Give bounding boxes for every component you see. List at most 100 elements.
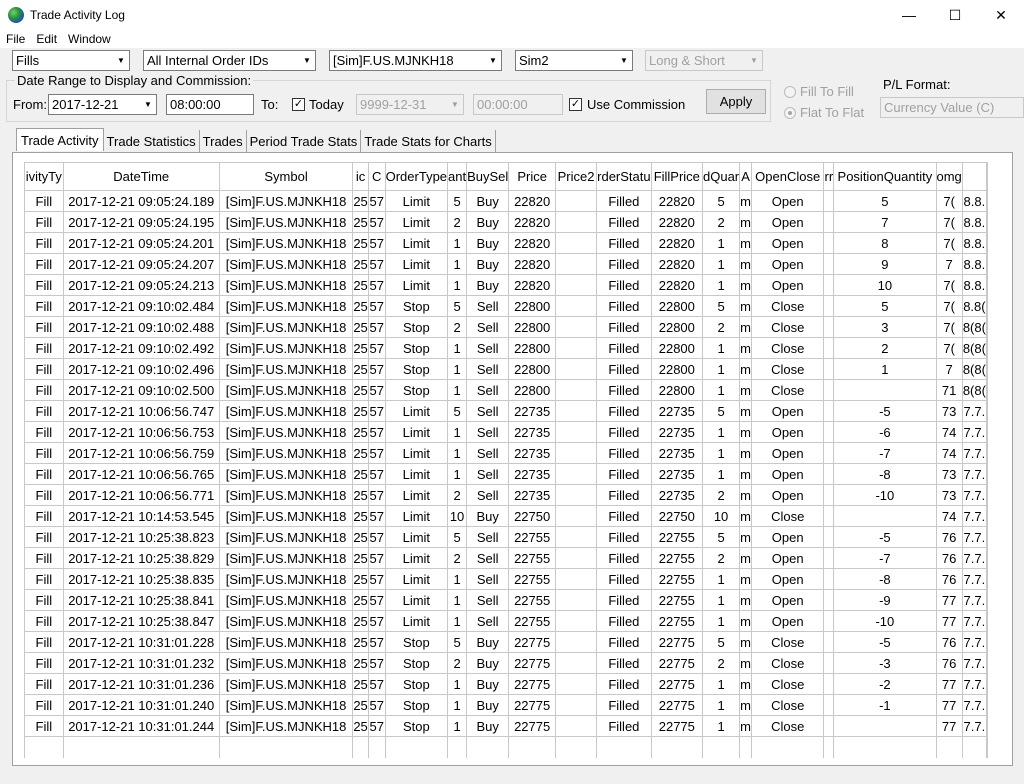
table-cell: Fill (24, 715, 64, 737)
table-row[interactable]: Fill 2017-12-21 10:06:56.747 [Sim]F.US.MJN… (24, 400, 987, 422)
column-header[interactable]: DateTime (62, 162, 220, 191)
symbol-select[interactable]: [Sim]F.US.MJNKH18 ▼ (329, 50, 502, 71)
today-checkbox[interactable]: ✓ (292, 98, 305, 111)
table-row[interactable]: Fill 2017-12-21 09:10:02.500 [Sim]F.US.MJN… (24, 379, 987, 401)
column-header[interactable]: Symbol (218, 162, 354, 191)
table-row[interactable]: Fill 2017-12-21 10:25:38.847 [Sim]F.US.MJN… (24, 610, 987, 632)
table-cell: 1 (447, 610, 468, 632)
table-row[interactable]: Fill 2017-12-21 10:14:53.545 [Sim]F.US.MJN… (24, 505, 987, 527)
column-header[interactable]: Price (508, 162, 556, 191)
column-header[interactable] (961, 162, 987, 191)
menu-edit[interactable]: Edit (30, 32, 62, 46)
data-type-select[interactable]: Fills ▼ (12, 50, 130, 71)
table-cell: Limit (384, 190, 449, 212)
column-header[interactable]: ant (447, 162, 468, 191)
column-header[interactable]: rderStatu (596, 162, 652, 191)
column-header[interactable]: Price2 (554, 162, 598, 191)
use-commission-checkbox[interactable]: ✓ (569, 98, 582, 111)
table-row[interactable]: Fill 2017-12-21 10:31:01.244 [Sim]F.US.MJN… (24, 715, 987, 737)
table-cell (367, 736, 386, 758)
table-cell (823, 568, 835, 590)
from-date-picker[interactable]: 2017-12-21 ▼ (48, 94, 157, 115)
table-cell: 1 (447, 568, 468, 590)
side-select[interactable]: Long & Short ▼ (645, 50, 763, 71)
table-cell: Fill (24, 253, 64, 275)
table-row[interactable]: Fill 2017-12-21 09:10:02.488 [Sim]F.US.MJN… (24, 316, 987, 338)
chevron-down-icon: ▼ (620, 56, 628, 65)
tab-period-trade-stats[interactable]: Period Trade Stats (247, 130, 362, 152)
minimize-button[interactable]: — (886, 0, 932, 30)
table-row[interactable]: Fill 2017-12-21 10:06:56.753 [Sim]F.US.MJN… (24, 421, 987, 443)
table-row[interactable]: Fill 2017-12-21 09:05:24.201 [Sim]F.US.MJN… (24, 232, 987, 254)
table-cell: m (739, 274, 752, 296)
table-cell: 76 (935, 568, 963, 590)
column-header[interactable]: FillPrice (650, 162, 704, 191)
trade-activity-grid[interactable]: ivityTy DateTime Symbol ic C OrderType ant BuyS… (24, 162, 987, 758)
table-cell: 22775 (508, 694, 556, 716)
pl-format-select[interactable]: Currency Value (C) (880, 97, 1024, 118)
table-cell: 8 (833, 232, 937, 254)
tab-trades[interactable]: Trades (200, 130, 247, 152)
table-cell: [Sim]F.US.MJNKH18 (218, 400, 354, 422)
table-cell: 22735 (650, 484, 704, 506)
column-header[interactable]: C (367, 162, 386, 191)
to-date-picker[interactable]: 9999-12-31 ▼ (356, 94, 464, 115)
column-header[interactable]: PositionQuantity (833, 162, 937, 191)
tab-trade-stats-for-charts[interactable]: Trade Stats for Charts (361, 130, 496, 152)
chevron-down-icon: ▼ (750, 56, 758, 65)
table-row[interactable]: Fill 2017-12-21 09:05:24.213 [Sim]F.US.MJN… (24, 274, 987, 296)
account-select[interactable]: Sim2 ▼ (515, 50, 633, 71)
column-header[interactable]: dQuar (701, 162, 741, 191)
table-cell: 25 (352, 715, 369, 737)
close-button[interactable]: ✕ (978, 0, 1024, 30)
table-row[interactable]: Fill 2017-12-21 09:05:24.207 [Sim]F.US.MJN… (24, 253, 987, 275)
table-row[interactable]: Fill 2017-12-21 09:05:24.195 [Sim]F.US.MJN… (24, 211, 987, 233)
table-row[interactable]: Fill 2017-12-21 10:06:56.765 [Sim]F.US.MJN… (24, 463, 987, 485)
table-row[interactable]: Fill 2017-12-21 10:25:38.823 [Sim]F.US.MJN… (24, 526, 987, 548)
table-cell: 57 (367, 400, 386, 422)
table-cell: 1 (701, 610, 741, 632)
table-cell (650, 736, 704, 758)
column-header[interactable]: ic (352, 162, 369, 191)
from-time-input[interactable]: 08:00:00 (166, 94, 254, 115)
flat-to-flat-radio[interactable] (784, 107, 796, 119)
to-time-input[interactable]: 00:00:00 (473, 94, 563, 115)
table-cell: m (739, 316, 752, 338)
table-row[interactable]: Fill 2017-12-21 10:25:38.841 [Sim]F.US.MJN… (24, 589, 987, 611)
tab-trade-activity[interactable]: Trade Activity (16, 128, 104, 151)
table-row[interactable]: Fill 2017-12-21 10:25:38.829 [Sim]F.US.MJN… (24, 547, 987, 569)
tab-trade-statistics[interactable]: Trade Statistics (104, 130, 200, 152)
table-cell: 74 (935, 442, 963, 464)
table-cell: -8 (833, 463, 937, 485)
table-row[interactable]: Fill 2017-12-21 09:10:02.496 [Sim]F.US.MJN… (24, 358, 987, 380)
table-row[interactable]: Fill 2017-12-21 10:31:01.240 [Sim]F.US.MJN… (24, 694, 987, 716)
table-row[interactable]: Fill 2017-12-21 09:10:02.484 [Sim]F.US.MJN… (24, 295, 987, 317)
table-row[interactable]: Fill 2017-12-21 09:05:24.189 [Sim]F.US.MJN… (24, 190, 987, 212)
column-header[interactable]: ivityTy (24, 162, 64, 191)
column-header[interactable]: rr (823, 162, 835, 191)
column-header[interactable]: omg (935, 162, 963, 191)
column-header[interactable]: OpenClose (750, 162, 825, 191)
fill-to-fill-label: Fill To Fill (800, 84, 854, 99)
table-cell: 2017-12-21 10:31:01.232 (62, 652, 220, 674)
table-row[interactable]: Fill 2017-12-21 09:10:02.492 [Sim]F.US.MJN… (24, 337, 987, 359)
menu-window[interactable]: Window (62, 32, 116, 46)
table-row[interactable]: Fill 2017-12-21 10:06:56.771 [Sim]F.US.MJN… (24, 484, 987, 506)
table-row[interactable]: Fill 2017-12-21 10:31:01.232 [Sim]F.US.MJN… (24, 652, 987, 674)
apply-button[interactable]: Apply (706, 89, 766, 114)
table-row[interactable]: Fill 2017-12-21 10:06:56.759 [Sim]F.US.MJN… (24, 442, 987, 464)
table-cell: m (739, 547, 752, 569)
column-header[interactable]: OrderType (384, 162, 449, 191)
menu-file[interactable]: File (0, 32, 30, 46)
table-cell: m (739, 211, 752, 233)
order-ids-select[interactable]: All Internal Order IDs ▼ (143, 50, 316, 71)
column-header[interactable]: BuySel (466, 162, 510, 191)
table-row[interactable]: Fill 2017-12-21 10:31:01.228 [Sim]F.US.MJN… (24, 631, 987, 653)
table-cell: 7 (935, 253, 963, 275)
table-row[interactable]: Fill 2017-12-21 10:25:38.835 [Sim]F.US.MJN… (24, 568, 987, 590)
column-header[interactable]: A (739, 162, 752, 191)
empty-row[interactable] (24, 736, 987, 758)
maximize-button[interactable]: ☐ (932, 0, 978, 30)
fill-to-fill-radio[interactable] (784, 86, 796, 98)
table-row[interactable]: Fill 2017-12-21 10:31:01.236 [Sim]F.US.MJN… (24, 673, 987, 695)
